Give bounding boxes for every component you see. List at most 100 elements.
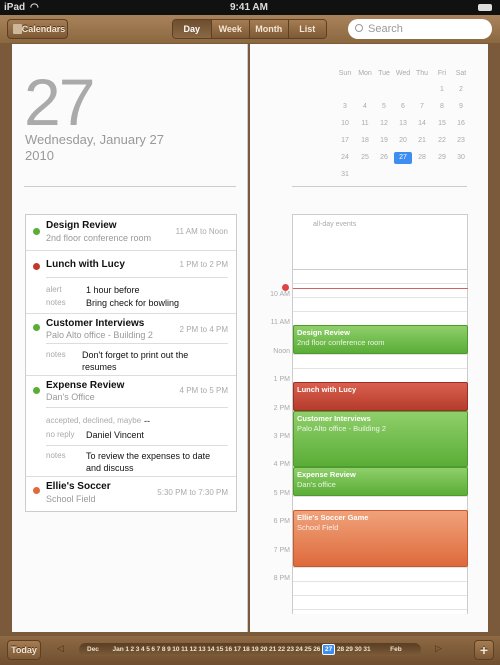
search-input[interactable]: Search — [348, 19, 492, 39]
month-jan[interactable]: Jan — [113, 646, 124, 653]
scrubber-day[interactable]: 13 — [198, 646, 205, 653]
calendars-button[interactable]: Calendars — [7, 19, 68, 39]
scrubber-day[interactable]: 1 — [125, 646, 129, 653]
scrubber-day[interactable]: 6 — [151, 646, 155, 653]
timeline-event[interactable]: Lunch with Lucy — [293, 382, 468, 411]
month-day[interactable]: 23 — [452, 135, 470, 147]
scrubber-day[interactable]: 18 — [243, 646, 250, 653]
scrubber-day[interactable]: 25 — [304, 646, 311, 653]
tab-list[interactable]: List — [288, 20, 326, 38]
attendees-label: accepted, declined, maybe — [46, 416, 142, 425]
event-row[interactable]: Expense Review Dan's Office 4 PM to 5 PM… — [26, 376, 236, 477]
month-day[interactable]: 29 — [433, 152, 451, 164]
month-day[interactable]: 26 — [375, 152, 393, 164]
month-day[interactable]: 27 — [394, 152, 412, 164]
month-day[interactable]: 28 — [413, 152, 431, 164]
scrubber-day[interactable]: 26 — [313, 646, 320, 653]
add-event-button[interactable]: + — [474, 640, 494, 660]
month-day[interactable]: 6 — [394, 101, 412, 113]
event-title: Lunch with Lucy — [46, 259, 125, 270]
month-day[interactable]: 4 — [356, 101, 374, 113]
month-day[interactable]: 11 — [356, 118, 374, 130]
timeline-event[interactable]: Customer Interviews Palo Alto office - Bu… — [293, 410, 468, 468]
tab-day[interactable]: Day — [173, 20, 212, 38]
month-day[interactable]: 25 — [356, 152, 374, 164]
timeline-event-title: Customer Interviews — [297, 413, 371, 423]
timeline-event[interactable]: Ellie's Soccer Game School Field — [293, 510, 468, 567]
month-day[interactable]: 31 — [336, 169, 354, 181]
notes-label: notes — [46, 298, 66, 307]
month-day[interactable]: 19 — [375, 135, 393, 147]
scrubber-day[interactable]: 4 — [141, 646, 145, 653]
month-day[interactable]: 17 — [336, 135, 354, 147]
month-day[interactable]: 14 — [413, 118, 431, 130]
month-day[interactable]: 16 — [452, 118, 470, 130]
scrubber-day[interactable]: 27 — [322, 644, 336, 655]
scrubber-day[interactable]: 8 — [162, 646, 166, 653]
scrubber-day[interactable]: 2 — [131, 646, 135, 653]
scrubber-day[interactable]: 21 — [269, 646, 276, 653]
scrubber-day[interactable]: 24 — [296, 646, 303, 653]
month-day[interactable]: 20 — [394, 135, 412, 147]
scrubber-day[interactable]: 30 — [355, 646, 362, 653]
timeline-event[interactable]: Design Review 2nd floor conference room — [293, 325, 468, 354]
divider — [46, 407, 228, 408]
month-day[interactable]: 21 — [413, 135, 431, 147]
scrubber-day[interactable]: 23 — [287, 646, 294, 653]
month-day[interactable]: 10 — [336, 118, 354, 130]
timeline-event[interactable]: Expense Review Dan's office — [293, 467, 468, 496]
month-day[interactable]: 12 — [375, 118, 393, 130]
day-date: Wednesday, January 27 — [25, 132, 164, 147]
scrubber-day[interactable]: 11 — [181, 646, 188, 653]
month-day[interactable]: 5 — [375, 101, 393, 113]
scrubber-day[interactable]: 20 — [260, 646, 267, 653]
event-row[interactable]: Customer Interviews Palo Alto office - B… — [26, 314, 236, 376]
month-day[interactable]: 13 — [394, 118, 412, 130]
month-feb[interactable]: Feb — [390, 646, 402, 653]
next-arrow-icon[interactable]: ▷ — [435, 643, 442, 654]
month-day[interactable]: 8 — [433, 101, 451, 113]
noreply-label: no reply — [46, 430, 75, 439]
event-row[interactable]: Lunch with Lucy 1 PM to 2 PM alert 1 hou… — [26, 251, 236, 314]
event-row[interactable]: Ellie's Soccer School Field 5:30 PM to 7… — [26, 477, 236, 511]
month-day[interactable]: 15 — [433, 118, 451, 130]
scrubber-day[interactable]: 29 — [346, 646, 353, 653]
scrubber-day[interactable]: 15 — [216, 646, 223, 653]
month-day[interactable]: 30 — [452, 152, 470, 164]
scrubber-day[interactable]: 12 — [190, 646, 197, 653]
hour-label: 8 PM — [273, 575, 290, 582]
month-day[interactable]: 3 — [336, 101, 354, 113]
all-day-divider — [293, 269, 467, 270]
today-button[interactable]: Today — [7, 640, 41, 660]
battery-icon — [478, 4, 492, 11]
scrubber-day[interactable]: 5 — [146, 646, 150, 653]
month-day[interactable]: 2 — [452, 84, 470, 96]
scrubber-day[interactable]: 16 — [225, 646, 232, 653]
month-day[interactable]: 1 — [433, 84, 451, 96]
event-row[interactable]: Design Review 2nd floor conference room … — [26, 215, 236, 251]
scrubber-day[interactable]: 22 — [278, 646, 285, 653]
month-day[interactable]: 24 — [336, 152, 354, 164]
tab-month[interactable]: Month — [250, 20, 289, 38]
prev-arrow-icon[interactable]: ◁ — [57, 643, 64, 654]
hour-line — [293, 368, 467, 369]
month-dec[interactable]: Dec — [87, 646, 99, 653]
scrubber-day[interactable]: 9 — [167, 646, 171, 653]
hour-line — [293, 297, 467, 298]
scrubber-day[interactable]: 14 — [207, 646, 214, 653]
scrubber-day[interactable]: 10 — [172, 646, 179, 653]
scrubber-day[interactable]: 31 — [363, 646, 370, 653]
hour-line — [293, 311, 467, 313]
scrubber-day[interactable]: 3 — [136, 646, 140, 653]
scrubber-day[interactable]: 19 — [251, 646, 258, 653]
scrubber-day[interactable]: 17 — [234, 646, 241, 653]
month-day[interactable]: 22 — [433, 135, 451, 147]
month-day[interactable]: 7 — [413, 101, 431, 113]
date-scrubber[interactable]: Dec Jan 1 2 3 4 5 6 7 8 9 10 11 12 13 14 15 16 17 18 19 20 2… — [79, 643, 421, 656]
month-day[interactable]: 18 — [356, 135, 374, 147]
noreply-value: Daniel Vincent — [86, 430, 144, 440]
tab-week[interactable]: Week — [211, 20, 250, 38]
month-day[interactable]: 9 — [452, 101, 470, 113]
scrubber-day[interactable]: 28 — [337, 646, 344, 653]
scrubber-day[interactable]: 7 — [157, 646, 161, 653]
